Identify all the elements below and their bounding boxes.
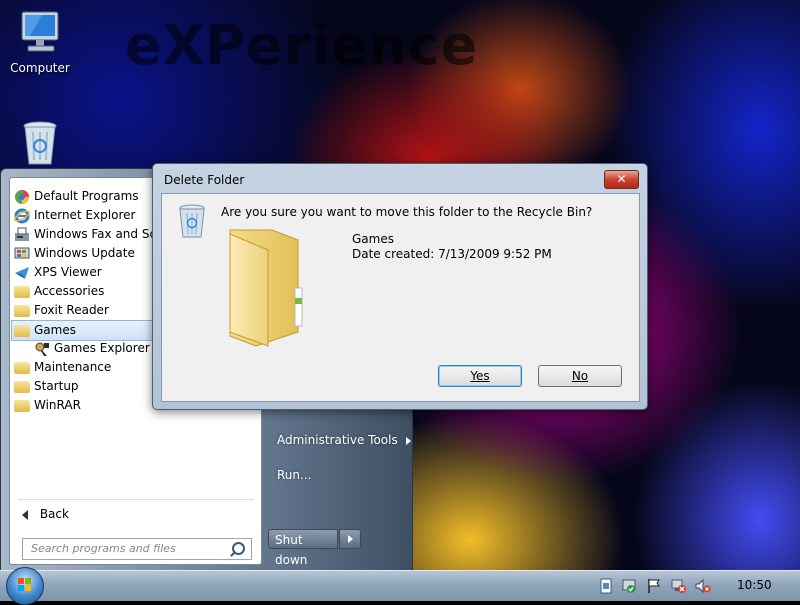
program-label: Startup: [34, 379, 79, 393]
taskbar: 10:50: [0, 567, 800, 605]
folder-icon: [14, 399, 30, 412]
document-icon[interactable]: [598, 578, 614, 594]
search-input[interactable]: Search programs and files: [22, 538, 252, 560]
clock[interactable]: 10:50: [737, 578, 772, 592]
wallpaper-text: eXPerience: [125, 14, 479, 77]
program-label: Accessories: [34, 284, 105, 298]
back-arrow-icon: [22, 509, 28, 520]
shutdown-button[interactable]: Shut down: [268, 529, 338, 567]
security-shield-icon[interactable]: [621, 578, 637, 594]
program-label: Maintenance: [34, 360, 112, 374]
internet-explorer-icon: [14, 208, 30, 223]
windows-logo-icon: [18, 578, 31, 591]
recycle-bin-icon: [179, 204, 205, 238]
action-center-flag-icon[interactable]: [646, 578, 662, 594]
computer-icon: [21, 11, 59, 52]
games-explorer-icon: [35, 342, 49, 356]
folder-icon: [14, 380, 30, 393]
program-label: Default Programs: [34, 189, 139, 203]
search-placeholder: Search programs and files: [31, 542, 176, 555]
shutdown-options-button[interactable]: [339, 529, 361, 549]
menu-item-label: Run...: [277, 468, 312, 482]
folder-icon: [14, 361, 30, 374]
close-button[interactable]: ✕: [604, 170, 639, 189]
program-label: Foxit Reader: [34, 303, 109, 317]
dialog-title: Delete Folder: [164, 173, 245, 187]
dialog-question: Are you sure you want to move this folde…: [221, 205, 593, 219]
windows-update-icon: [14, 247, 30, 258]
menu-item-run[interactable]: Run...: [277, 468, 311, 482]
fax-scan-icon: [15, 227, 29, 241]
program-label: WinRAR: [34, 398, 81, 412]
submenu-arrow-icon: [405, 436, 411, 445]
back-button[interactable]: Back: [18, 499, 254, 524]
desktop-icon-label: Computer: [10, 61, 70, 75]
network-disconnected-icon[interactable]: [671, 578, 687, 594]
folder-icon: [14, 304, 30, 317]
item-date-created: Date created: 7/13/2009 9:52 PM: [352, 247, 552, 261]
menu-item-administrative-tools[interactable]: Administrative Tools: [277, 433, 411, 447]
delete-folder-dialog: Delete Folder ✕ Are you sure you want to…: [152, 163, 648, 410]
default-programs-icon: [15, 189, 29, 204]
program-label: Windows Update: [34, 246, 135, 260]
program-label: Games Explorer: [54, 341, 150, 355]
yes-button[interactable]: Yes: [438, 365, 522, 387]
program-label: Windows Fax and Scan: [34, 227, 172, 241]
program-label: Internet Explorer: [34, 208, 136, 222]
folder-icon: [14, 285, 30, 298]
start-button[interactable]: [6, 567, 44, 605]
volume-muted-icon[interactable]: [695, 578, 711, 594]
back-label: Back: [39, 507, 69, 521]
no-button[interactable]: No: [538, 365, 622, 387]
folder-icon: [229, 229, 303, 347]
program-label: Games: [34, 323, 76, 337]
menu-item-label: Administrative Tools: [277, 433, 398, 447]
desktop-icon-recycle-bin[interactable]: [0, 120, 80, 171]
item-info: Games Date created: 7/13/2009 9:52 PM: [352, 232, 552, 262]
xps-viewer-icon: [15, 266, 29, 279]
program-label: XPS Viewer: [34, 265, 102, 279]
item-name: Games: [352, 232, 394, 246]
dialog-body: Are you sure you want to move this folde…: [161, 193, 640, 402]
search-icon: [232, 542, 245, 555]
folder-icon: [14, 324, 30, 337]
recycle-bin-icon: [23, 121, 57, 165]
desktop-icon-computer[interactable]: Computer: [0, 10, 80, 75]
